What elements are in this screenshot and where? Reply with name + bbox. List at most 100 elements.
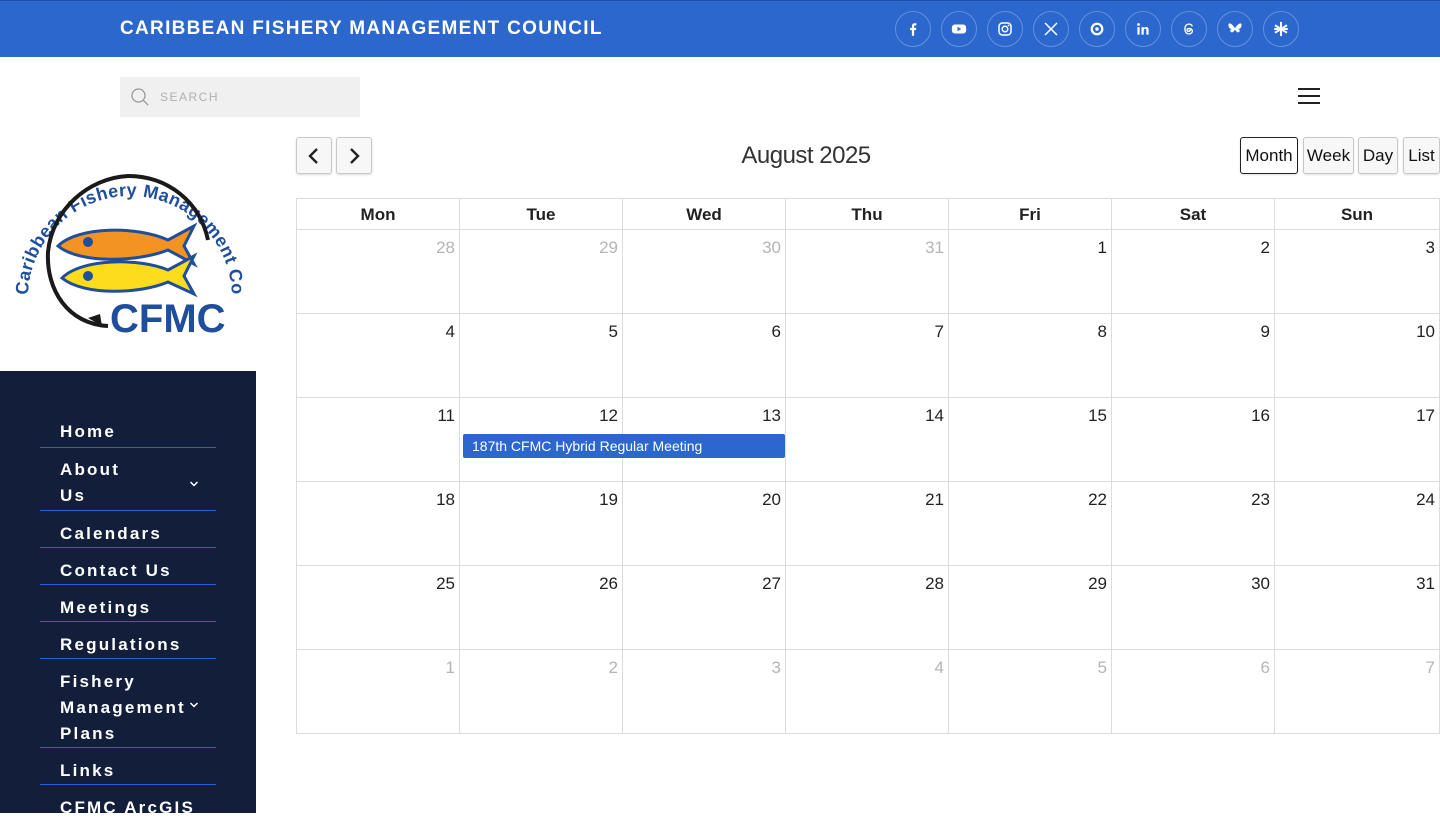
cfmc-logo[interactable]: Caribbean Fishery Management Council CFM…	[8, 140, 244, 340]
sidebar-item-home[interactable]: Home	[40, 419, 216, 448]
sidebar-item-meetings[interactable]: Meetings	[40, 593, 216, 622]
view-month-button[interactable]: Month	[1240, 137, 1298, 174]
sidebar-item-links[interactable]: Links	[40, 756, 216, 785]
day-number[interactable]: 31	[1416, 574, 1435, 594]
sidebar-item-calendars[interactable]: Calendars	[40, 519, 216, 548]
day-cell[interactable]: 29	[949, 566, 1112, 650]
day-cell[interactable]: 10	[1275, 314, 1440, 398]
day-number[interactable]: 12	[599, 406, 618, 426]
day-number[interactable]: 19	[599, 490, 618, 510]
day-cell[interactable]: 23	[1112, 482, 1275, 566]
day-number[interactable]: 24	[1416, 490, 1435, 510]
prev-month-button[interactable]	[296, 137, 332, 174]
day-cell[interactable]: 18	[297, 482, 460, 566]
day-number[interactable]: 22	[1088, 490, 1107, 510]
day-number[interactable]: 10	[1416, 322, 1435, 342]
sidebar-item-regulations[interactable]: Regulations	[40, 630, 216, 659]
day-cell[interactable]: 30	[623, 230, 786, 314]
day-number[interactable]: 29	[1088, 574, 1107, 594]
day-number[interactable]: 17	[1416, 406, 1435, 426]
day-number[interactable]: 14	[925, 406, 944, 426]
day-number[interactable]: 3	[1426, 238, 1435, 258]
day-cell[interactable]: 22	[949, 482, 1112, 566]
day-number[interactable]: 16	[1251, 406, 1270, 426]
day-cell[interactable]: 3	[1275, 230, 1440, 314]
day-number[interactable]: 1	[1098, 238, 1107, 258]
day-number[interactable]: 27	[762, 574, 781, 594]
site-title[interactable]: CARIBBEAN FISHERY MANAGEMENT COUNCIL	[120, 18, 603, 40]
day-cell[interactable]: 11	[297, 398, 460, 482]
day-cell[interactable]: 20	[623, 482, 786, 566]
day-cell[interactable]: 15	[949, 398, 1112, 482]
day-cell[interactable]: 2	[1112, 230, 1275, 314]
day-number[interactable]: 11	[437, 406, 455, 426]
day-number[interactable]: 26	[599, 574, 618, 594]
day-cell[interactable]: 5	[949, 650, 1112, 734]
chevron-down-icon[interactable]	[189, 700, 199, 710]
day-cell[interactable]: 26	[460, 566, 623, 650]
threads-icon[interactable]	[1171, 11, 1207, 47]
day-number[interactable]: 28	[436, 238, 455, 258]
day-number[interactable]: 8	[1098, 322, 1107, 342]
day-number[interactable]: 15	[1088, 406, 1107, 426]
day-cell[interactable]: 14	[786, 398, 949, 482]
day-cell[interactable]: 16	[1112, 398, 1275, 482]
day-cell[interactable]: 6	[623, 314, 786, 398]
day-cell[interactable]: 9	[1112, 314, 1275, 398]
day-cell[interactable]: 27	[623, 566, 786, 650]
youtube-icon[interactable]	[941, 11, 977, 47]
search-input[interactable]	[160, 77, 355, 117]
bluesky-icon[interactable]	[1217, 11, 1253, 47]
day-cell[interactable]: 19	[460, 482, 623, 566]
day-cell[interactable]: 6	[1112, 650, 1275, 734]
day-cell[interactable]: 31	[786, 230, 949, 314]
day-number[interactable]: 25	[436, 574, 455, 594]
day-cell[interactable]: 25	[297, 566, 460, 650]
day-cell[interactable]: 4	[297, 314, 460, 398]
sidebar-item-fishery-management-plans[interactable]: Fishery Management Plans	[40, 667, 216, 748]
day-number[interactable]: 13	[762, 406, 781, 426]
next-month-button[interactable]	[336, 137, 372, 174]
day-number[interactable]: 4	[935, 658, 944, 678]
circle-icon[interactable]	[1079, 11, 1115, 47]
day-number[interactable]: 2	[1261, 238, 1270, 258]
day-number[interactable]: 20	[762, 490, 781, 510]
day-cell[interactable]: 28	[786, 566, 949, 650]
day-number[interactable]: 4	[446, 322, 455, 342]
facebook-icon[interactable]	[895, 11, 931, 47]
linkedin-icon[interactable]	[1125, 11, 1161, 47]
view-week-button[interactable]: Week	[1303, 137, 1354, 174]
chevron-down-icon[interactable]	[189, 479, 199, 489]
day-cell[interactable]: 5	[460, 314, 623, 398]
day-cell[interactable]: 8	[949, 314, 1112, 398]
day-cell[interactable]: 28	[297, 230, 460, 314]
day-number[interactable]: 6	[1261, 658, 1270, 678]
view-day-button[interactable]: Day	[1358, 137, 1398, 174]
sidebar-item-cfmc-arcgis[interactable]: CFMC ArcGIS	[40, 793, 216, 822]
day-number[interactable]: 28	[925, 574, 944, 594]
day-cell[interactable]: 1	[297, 650, 460, 734]
day-cell[interactable]: 30	[1112, 566, 1275, 650]
day-number[interactable]: 6	[772, 322, 781, 342]
day-cell[interactable]: 7	[1275, 650, 1440, 734]
linktree-icon[interactable]	[1263, 11, 1299, 47]
day-number[interactable]: 7	[1426, 658, 1435, 678]
day-cell[interactable]: 17	[1275, 398, 1440, 482]
day-cell[interactable]: 3	[623, 650, 786, 734]
day-number[interactable]: 3	[772, 658, 781, 678]
day-cell[interactable]: 24	[1275, 482, 1440, 566]
day-cell[interactable]: 4	[786, 650, 949, 734]
day-number[interactable]: 7	[935, 322, 944, 342]
sidebar-item-contact-us[interactable]: Contact Us	[40, 556, 216, 585]
sidebar-item-about-us[interactable]: About Us	[40, 456, 216, 511]
day-number[interactable]: 30	[1251, 574, 1270, 594]
day-number[interactable]: 31	[925, 238, 944, 258]
day-cell[interactable]: 1	[949, 230, 1112, 314]
day-number[interactable]: 29	[599, 238, 618, 258]
calendar-event[interactable]: 187th CFMC Hybrid Regular Meeting	[463, 434, 785, 458]
day-number[interactable]: 1	[446, 658, 455, 678]
instagram-icon[interactable]	[987, 11, 1023, 47]
day-number[interactable]: 30	[762, 238, 781, 258]
day-cell[interactable]: 29	[460, 230, 623, 314]
day-number[interactable]: 5	[609, 322, 618, 342]
